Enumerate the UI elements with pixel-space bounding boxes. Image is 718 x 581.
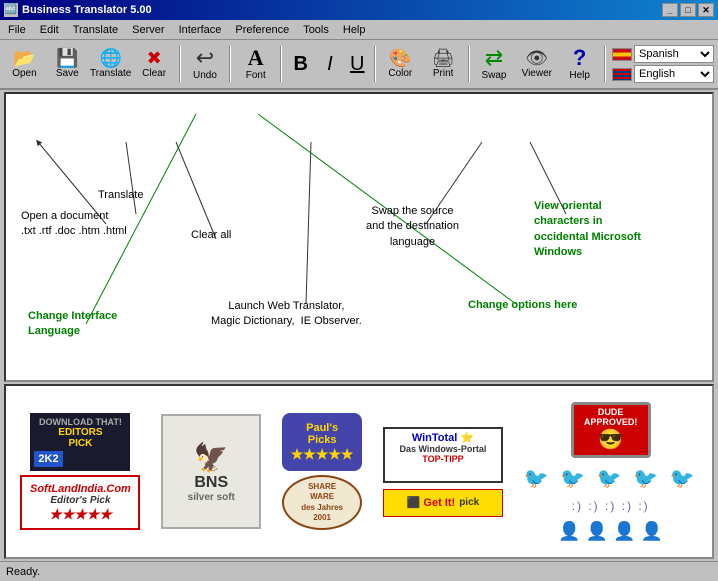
open-button[interactable]: 📂 Open <box>4 42 45 86</box>
separator-6 <box>604 46 606 82</box>
status-text: Ready. <box>6 566 40 578</box>
translate-label: Translate <box>90 68 131 79</box>
menu-help[interactable]: Help <box>337 22 372 38</box>
bns-badge: 🦅 BNS silver soft <box>161 414 261 529</box>
source-language-select[interactable]: Spanish French German English <box>634 45 714 63</box>
menu-translate[interactable]: Translate <box>67 22 124 38</box>
save-button[interactable]: 💾 Save <box>47 42 88 86</box>
dest-lang-row: English Spanish French German <box>612 65 714 83</box>
annotation-swap: Swap the sourceand the destinationlangua… <box>366 204 459 250</box>
english-flag-icon <box>612 68 632 81</box>
faces-badge: 👤 👤 👤 👤 <box>558 521 663 542</box>
status-bar: Ready. <box>0 561 718 581</box>
annotation-web-translator: Launch Web Translator,Magic Dictionary, … <box>211 299 362 330</box>
middle-badges-col: Paul's Picks ★★★★★ SHAREWAREdes Jahres20… <box>282 413 362 530</box>
annotation-translate: Translate <box>98 189 143 201</box>
wintotal-badge: WinTotal ⭐ Das Windows-Portal TOP-TIPP <box>383 427 503 483</box>
swap-button[interactable]: ⇄ Swap <box>474 42 515 86</box>
annotation-open-doc: Open a document.txt .rtf .doc .htm .html <box>21 209 127 240</box>
spanish-flag-icon <box>612 48 632 61</box>
source-lang-row: Spanish French German English <box>612 45 714 63</box>
bold-button[interactable]: B <box>286 42 315 86</box>
annotation-clear-all: Clear all <box>191 229 231 241</box>
close-button[interactable]: ✕ <box>698 3 714 17</box>
annotation-change-interface: Change InterfaceLanguage <box>28 309 117 340</box>
undo-button[interactable]: ↩ Undo <box>185 42 226 86</box>
font-label: Font <box>246 70 266 81</box>
viewer-label: Viewer <box>522 68 552 79</box>
swap-label: Swap <box>481 70 506 81</box>
underline-icon: U <box>350 54 364 74</box>
swap-icon: ⇄ <box>485 47 503 69</box>
menu-tools[interactable]: Tools <box>297 22 335 38</box>
color-icon: 🎨 <box>389 49 411 67</box>
pauls-picks-badge: Paul's Picks ★★★★★ <box>282 413 362 471</box>
getit-badge: ⬛ Get It! pick <box>383 489 503 517</box>
shareware-badge: SHAREWAREdes Jahres2001 <box>282 475 362 530</box>
underline-button[interactable]: U <box>345 42 370 86</box>
annotation-viewer: View orientalcharacters inoccidental Mic… <box>534 199 641 261</box>
open-label: Open <box>12 68 36 79</box>
bold-icon: B <box>293 54 307 74</box>
main-content-area: Open a document.txt .rtf .doc .htm .html… <box>4 92 714 382</box>
menu-server[interactable]: Server <box>126 22 170 38</box>
softland-badge: SoftLandIndia.Com Editor's Pick ★★★★★ <box>20 475 140 530</box>
color-button[interactable]: 🎨 Color <box>380 42 421 86</box>
print-button[interactable]: 🖨 Print <box>423 42 464 86</box>
window-title: Business Translator 5.00 <box>22 4 152 16</box>
separator-1 <box>179 46 181 82</box>
dest-language-select[interactable]: English Spanish French German <box>634 65 714 83</box>
viewer-button[interactable]: 👁 Viewer <box>516 42 557 86</box>
save-label: Save <box>56 68 79 79</box>
print-icon: 🖨 <box>432 49 455 67</box>
undo-icon: ↩ <box>196 47 214 69</box>
color-label: Color <box>388 68 412 79</box>
annotation-change-options: Change options here <box>468 299 577 311</box>
minimize-button[interactable]: _ <box>662 3 678 17</box>
menu-bar: File Edit Translate Server Interface Pre… <box>0 20 718 40</box>
editors-pick-badge: DOWNLOAD THAT! EDITORS PICK 2K2 <box>30 413 130 471</box>
right-badges-col: WinTotal ⭐ Das Windows-Portal TOP-TIPP ⬛… <box>383 427 503 517</box>
menu-file[interactable]: File <box>2 22 32 38</box>
open-icon: 📂 <box>13 49 35 67</box>
banner-area: DOWNLOAD THAT! EDITORS PICK 2K2 SoftLand… <box>4 384 714 559</box>
menu-interface[interactable]: Interface <box>173 22 228 38</box>
translate-button[interactable]: 🌐 Translate <box>90 42 132 86</box>
separator-2 <box>229 46 231 82</box>
viewer-icon: 👁 <box>525 49 548 67</box>
print-label: Print <box>433 68 454 79</box>
translate-icon: 🌐 <box>99 49 121 67</box>
title-bar: 🔤 Business Translator 5.00 _ □ ✕ <box>0 0 718 20</box>
menu-preference[interactable]: Preference <box>229 22 295 38</box>
font-icon: A <box>248 47 264 69</box>
language-selectors: Spanish French German English English Sp… <box>612 45 714 83</box>
app-icon: 🔤 <box>4 3 18 17</box>
font-button[interactable]: A Font <box>235 42 276 86</box>
clear-icon: ✖ <box>147 49 162 67</box>
italic-icon: I <box>327 54 333 74</box>
undo-label: Undo <box>193 70 217 81</box>
separator-3 <box>280 46 282 82</box>
birds-badge: 🐦 🐦 🐦 🐦 🐦 <box>524 466 698 491</box>
save-icon: 💾 <box>56 49 78 67</box>
smileys-badge: :) :) :) :) :) <box>572 499 650 513</box>
toolbar: 📂 Open 💾 Save 🌐 Translate ✖ Clear ↩ Undo… <box>0 40 718 90</box>
window-controls: _ □ ✕ <box>662 3 714 17</box>
maximize-button[interactable]: □ <box>680 3 696 17</box>
help-label: Help <box>569 70 590 81</box>
dude-approved-badge: DUDE APPROVED! 😎 <box>571 402 651 458</box>
help-icon: ? <box>573 47 586 69</box>
separator-5 <box>468 46 470 82</box>
italic-button[interactable]: I <box>317 42 342 86</box>
menu-edit[interactable]: Edit <box>34 22 65 38</box>
separator-4 <box>374 46 376 82</box>
extra-badges-col: DUDE APPROVED! 😎 🐦 🐦 🐦 🐦 🐦 :) :) :) :) :… <box>524 402 698 542</box>
help-button[interactable]: ? Help <box>559 42 600 86</box>
clear-button[interactable]: ✖ Clear <box>134 42 175 86</box>
clear-label: Clear <box>142 68 166 79</box>
